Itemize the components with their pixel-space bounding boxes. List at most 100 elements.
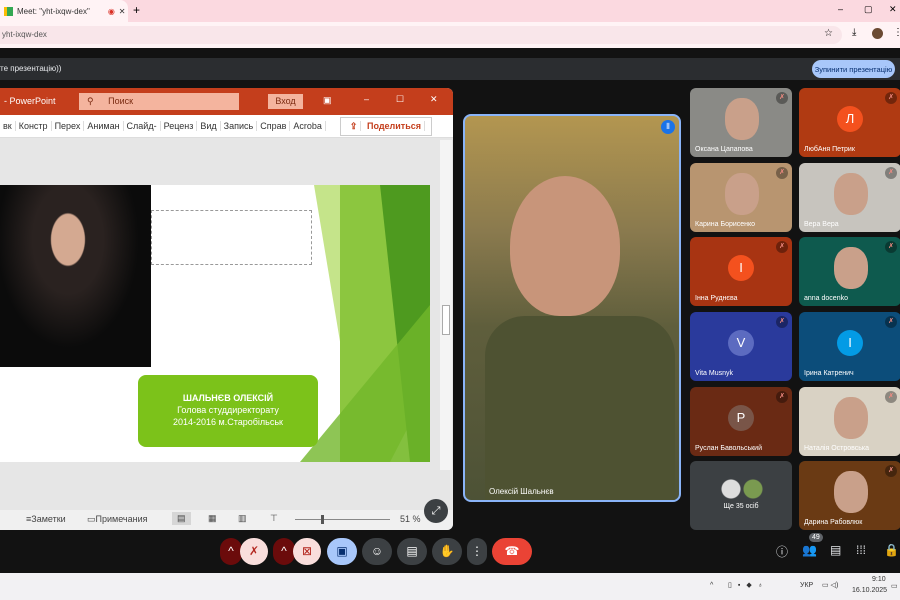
participant-avatar: Р — [728, 404, 754, 431]
browser-tab[interactable]: Meet: "yht-ixqw-dex" ◉ ✕ — [0, 0, 128, 22]
ribbon-tab[interactable]: Справ — [257, 121, 291, 131]
menu-icon[interactable]: ⋮ — [893, 27, 900, 38]
tray-overflow-icon[interactable]: ^ — [710, 582, 713, 589]
participant-tile[interactable]: І Ірина Катренич ✗ — [799, 312, 900, 381]
network-sound-icons[interactable]: ▭ ◁) — [822, 581, 838, 589]
slide-sorter-icon[interactable]: ▦ — [208, 513, 217, 524]
presentation-banner: те презентацію)) — [0, 58, 900, 80]
participant-tile[interactable]: Карина Борисенко ✗ — [690, 163, 792, 232]
zoom-slider[interactable] — [295, 515, 390, 524]
notes-button[interactable]: ≡Заметки — [26, 514, 66, 524]
participant-name: ЛюбАня Петрик — [804, 146, 855, 153]
speaker-face — [510, 176, 620, 316]
ribbon-tab[interactable]: Acroba — [290, 121, 326, 131]
ribbon-tab[interactable]: Аниман — [84, 121, 124, 131]
participant-tile[interactable]: Вера Вера ✗ — [799, 163, 900, 232]
zoom-level[interactable]: 51 % — [400, 514, 421, 524]
share-label: Поделиться — [363, 120, 425, 131]
ppt-maximize[interactable]: ☐ — [396, 94, 404, 105]
notes-label: Заметки — [31, 514, 66, 524]
end-call-button[interactable]: ☎ — [492, 538, 532, 565]
ppt-ribbon-tabs: вк Констр Перех Аниман Слайд- Реценз Вид… — [0, 115, 453, 138]
ppt-minimize[interactable]: – — [364, 94, 369, 104]
participant-tile[interactable]: Дарина Рабовлюк ✗ — [799, 461, 900, 530]
ribbon-display-icon[interactable]: ▣ — [323, 95, 332, 106]
chat-icon[interactable]: ▤ — [830, 543, 841, 557]
participant-name: Наталія Островська — [804, 445, 870, 452]
participant-tile[interactable]: Наталія Островська ✗ — [799, 387, 900, 456]
comments-button[interactable]: ▭Примечания — [87, 514, 147, 525]
name-scroll-banner: ШАЛЬНЄВ ОЛЕКСІЙ Голова студдиректорату 2… — [138, 375, 318, 447]
participant-tile[interactable]: anna docenko ✗ — [799, 237, 900, 306]
participant-tile[interactable]: І Інна Руднєва ✗ — [690, 237, 792, 306]
slide-canvas: ШАЛЬНЄВ ОЛЕКСІЙ Голова студдиректорату 2… — [0, 185, 430, 462]
participant-video — [725, 98, 759, 140]
fullscreen-button[interactable]: ⤢ — [424, 499, 448, 523]
recording-icon: ◉ — [107, 6, 115, 16]
participant-avatar: V — [728, 329, 754, 356]
ribbon-tab[interactable]: Констр — [16, 121, 52, 131]
participant-name: Vita Musnyk — [695, 370, 733, 377]
comments-label: Примечания — [95, 514, 148, 524]
stop-presentation-button[interactable]: Зупинити презентацію — [812, 60, 895, 78]
mic-off-button[interactable]: ✗ — [240, 538, 268, 565]
raise-hand-button[interactable]: ✋ — [432, 538, 462, 565]
close-window-button[interactable]: ✕ — [889, 4, 897, 15]
participant-name: Карина Борисенко — [695, 221, 756, 228]
address-bar[interactable]: yht-ixqw-dex — [0, 26, 842, 44]
slideshow-icon[interactable]: ⊤ — [270, 513, 278, 524]
download-icon[interactable]: ⤓ — [852, 27, 856, 38]
notification-icon[interactable]: ▭ — [891, 582, 898, 590]
ppt-search-box[interactable]: ⚲ Поиск — [79, 93, 239, 110]
host-controls-icon[interactable]: 🔒 — [884, 543, 899, 557]
close-tab-icon[interactable]: ✕ — [119, 7, 126, 16]
profile-avatar[interactable] — [872, 28, 883, 39]
vertical-scrollbar[interactable] — [440, 140, 452, 470]
ribbon-tab[interactable]: Слайд- — [124, 121, 161, 131]
ppt-close[interactable]: ✕ — [430, 94, 438, 105]
normal-view-icon[interactable]: ▤ — [172, 512, 191, 525]
participants-icon[interactable]: 👥 — [802, 543, 817, 557]
ribbon-tab[interactable]: Вид — [197, 121, 221, 131]
participant-name: Вера Вера — [804, 221, 839, 228]
mic-options-button[interactable]: ^ — [220, 538, 242, 565]
participant-tile[interactable]: Р Руслан Бавольський ✗ — [690, 387, 792, 456]
main-speaker-video: ⦀ Олексій Шальнєв — [463, 114, 681, 502]
more-options-button[interactable]: ⋮ — [467, 538, 487, 565]
participant-tile[interactable]: V Vita Musnyk ✗ — [690, 312, 792, 381]
participant-avatar: Л — [837, 105, 863, 132]
info-icon[interactable]: ⓘ — [776, 543, 788, 560]
participant-avatar: І — [837, 329, 863, 356]
camera-off-button[interactable]: ⊠ — [293, 538, 321, 565]
ribbon-tab[interactable]: вк — [0, 121, 16, 131]
speaker-photo — [0, 185, 151, 367]
present-button[interactable]: ▣ — [327, 538, 357, 565]
participant-tile[interactable]: Ще 35 осіб — [690, 461, 792, 530]
participant-tile[interactable]: Л ЛюбАня Петрик ✗ — [799, 88, 900, 157]
mic-muted-icon: ✗ — [885, 167, 897, 179]
tray-icons: ▯▪◆♁ — [728, 582, 769, 589]
clock-date[interactable]: 16.10.2025 — [852, 587, 887, 594]
main-speaker-name: Олексій Шальнєв — [489, 487, 554, 496]
minimize-button[interactable]: – — [838, 4, 843, 14]
new-tab-button[interactable]: + — [133, 3, 140, 17]
maximize-button[interactable]: ▢ — [864, 4, 873, 15]
reading-view-icon[interactable]: ▥ — [238, 513, 247, 524]
language-indicator[interactable]: УКР — [800, 582, 813, 589]
ribbon-tab[interactable]: Перех — [52, 121, 85, 131]
participants-count-badge: 49 — [809, 533, 823, 542]
emoji-button[interactable]: ☺ — [362, 538, 392, 565]
activities-icon[interactable]: ⁞⁞⁞ — [856, 543, 866, 557]
mic-muted-icon: ✗ — [885, 241, 897, 253]
captions-button[interactable]: ▤ — [397, 538, 427, 565]
bookmark-star-icon[interactable]: ☆ — [824, 28, 833, 39]
mic-muted-icon: ✗ — [885, 391, 897, 403]
tab-title: Meet: "yht-ixqw-dex" — [17, 6, 90, 16]
ribbon-tab[interactable]: Реценз — [161, 121, 198, 131]
signin-button[interactable]: Вход — [268, 94, 303, 109]
camera-options-button[interactable]: ^ — [273, 538, 295, 565]
clock-time[interactable]: 9:10 — [872, 576, 886, 583]
participant-tile[interactable]: Оксана Цапапова ✗ — [690, 88, 792, 157]
ribbon-tab[interactable]: Запись — [221, 121, 258, 131]
share-button[interactable]: ⇪ Поделиться — [339, 116, 432, 136]
